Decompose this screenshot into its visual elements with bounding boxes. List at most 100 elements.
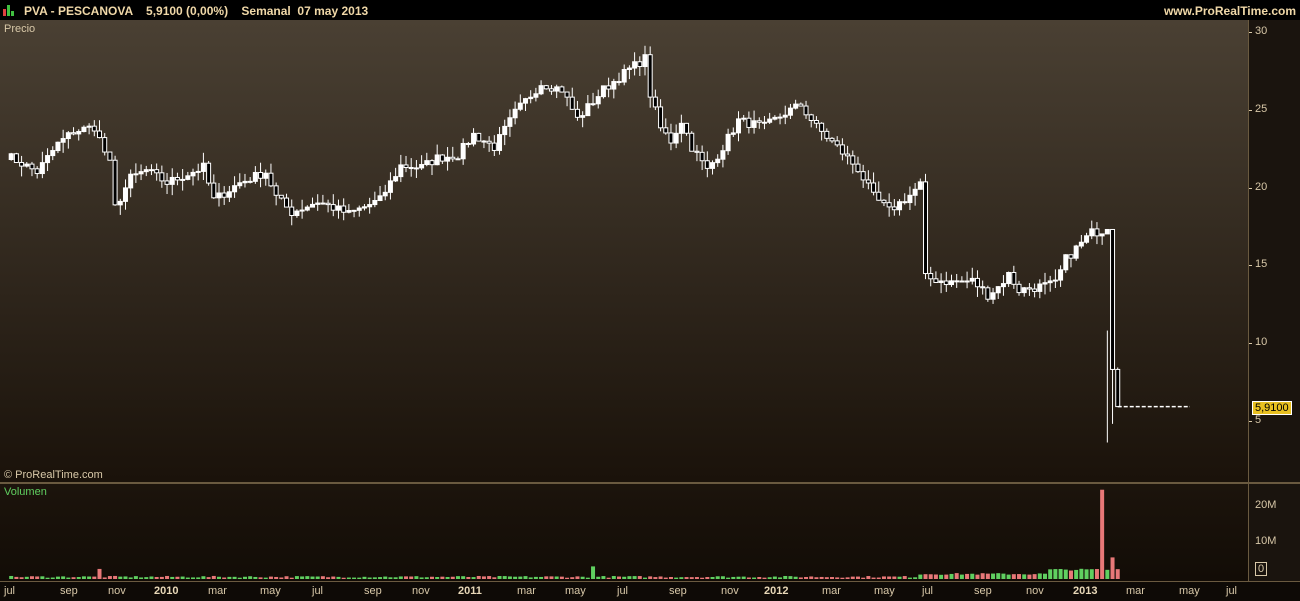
- price-candle: [798, 103, 804, 107]
- price-candle: [933, 278, 939, 283]
- price-candle: [850, 155, 856, 165]
- price-candle: [471, 132, 477, 145]
- volume-tick-label: 0: [1255, 562, 1268, 576]
- price-candle: [548, 88, 554, 92]
- volume-bar: [388, 577, 393, 579]
- volume-y-axis[interactable]: 20M 10M 0: [1248, 484, 1300, 581]
- time-tick-label: may: [565, 585, 586, 597]
- volume-bar: [741, 576, 746, 579]
- time-tick-label: jul: [4, 585, 16, 597]
- volume-bar: [715, 576, 720, 579]
- price-candle: [621, 69, 627, 83]
- site-link[interactable]: www.ProRealTime.com: [1164, 4, 1296, 18]
- price-tick-label: 5: [1255, 413, 1262, 426]
- volume-bar: [954, 573, 959, 579]
- price-candle: [268, 172, 274, 187]
- price-candle: [829, 137, 835, 142]
- time-tick-label: jul: [922, 585, 934, 597]
- price-tick-label: 20: [1255, 180, 1268, 193]
- price-candle: [694, 150, 700, 153]
- volume-bar: [175, 576, 180, 579]
- volume-bar: [45, 577, 50, 579]
- volume-bar: [336, 576, 341, 579]
- price-candle: [1089, 228, 1095, 237]
- price-candle: [398, 164, 404, 178]
- volume-bar: [128, 577, 133, 579]
- volume-bar: [674, 577, 679, 579]
- volume-bar: [996, 573, 1001, 579]
- price-candle: [689, 132, 695, 152]
- volume-bar: [928, 574, 933, 579]
- price-candle: [460, 142, 466, 160]
- time-tick-label: mar: [517, 585, 536, 597]
- volume-bar: [455, 576, 460, 579]
- price-candle: [408, 167, 414, 170]
- volume-bar: [133, 576, 138, 579]
- time-x-axis[interactable]: jul sep nov 2010 mar may jul sep nov 2011 mar may ju…: [0, 581, 1300, 601]
- volume-bar: [1058, 569, 1063, 579]
- volume-bar: [975, 574, 980, 579]
- volume-bar: [1110, 557, 1115, 579]
- volume-bar: [1037, 573, 1042, 579]
- price-candle: [1021, 287, 1027, 294]
- price-candle: [1000, 283, 1006, 288]
- price-candle: [668, 132, 674, 144]
- price-candle: [476, 132, 482, 142]
- volume-bar: [258, 577, 263, 579]
- volume-bar: [76, 577, 81, 579]
- price-candle: [226, 191, 232, 198]
- volume-bar: [814, 577, 819, 579]
- price-tick-mark: [1249, 109, 1252, 111]
- volume-bar: [404, 576, 409, 579]
- volume-bar: [736, 576, 741, 579]
- volume-bar: [757, 577, 762, 579]
- price-candle: [1032, 288, 1038, 292]
- volume-bar: [300, 576, 305, 579]
- price-candle: [590, 103, 596, 106]
- volume-bar: [720, 576, 725, 579]
- volume-bar: [66, 577, 71, 579]
- volume-bar: [263, 577, 268, 579]
- price-candle: [741, 117, 747, 120]
- price-panel[interactable]: Precio © ProRealTime.com: [0, 20, 1248, 482]
- volume-bar: [507, 576, 512, 579]
- time-tick-label: jul: [1226, 585, 1238, 597]
- volume-panel[interactable]: Volumen: [0, 484, 1248, 581]
- price-candle: [284, 197, 290, 208]
- price-tick-label: 15: [1255, 258, 1268, 271]
- price-candle: [1026, 287, 1032, 290]
- volume-bar: [663, 577, 668, 579]
- price-candle: [819, 122, 825, 132]
- volume-bar: [1084, 569, 1089, 579]
- price-candle: [772, 116, 778, 120]
- volume-bar: [424, 577, 429, 579]
- price-candle: [813, 119, 819, 124]
- price-candle: [642, 54, 648, 68]
- price-candle: [263, 172, 269, 179]
- price-candle: [684, 122, 690, 134]
- volume-bar: [435, 577, 440, 579]
- volume-bar: [871, 577, 876, 579]
- volume-bar: [970, 573, 975, 579]
- price-candle: [746, 117, 752, 128]
- volume-bar: [788, 576, 793, 579]
- time-tick-label: may: [1179, 585, 1200, 597]
- price-candle: [216, 192, 222, 199]
- volume-bar: [881, 576, 886, 579]
- price-candle: [787, 107, 793, 116]
- volume-bar: [331, 576, 336, 579]
- volume-bar: [326, 577, 331, 579]
- volume-bar: [887, 576, 892, 579]
- price-candle: [554, 86, 560, 92]
- volume-bar: [1100, 489, 1105, 579]
- price-candle: [808, 114, 814, 121]
- time-tick-label: 2012: [764, 585, 789, 597]
- price-candle: [517, 102, 523, 110]
- price-candle: [393, 176, 399, 182]
- price-tick-mark: [1249, 420, 1252, 422]
- price-candle: [632, 61, 638, 69]
- time-tick-label: sep: [60, 585, 78, 597]
- price-candle: [658, 106, 664, 129]
- volume-chart: [9, 489, 1120, 579]
- volume-bar: [502, 576, 507, 579]
